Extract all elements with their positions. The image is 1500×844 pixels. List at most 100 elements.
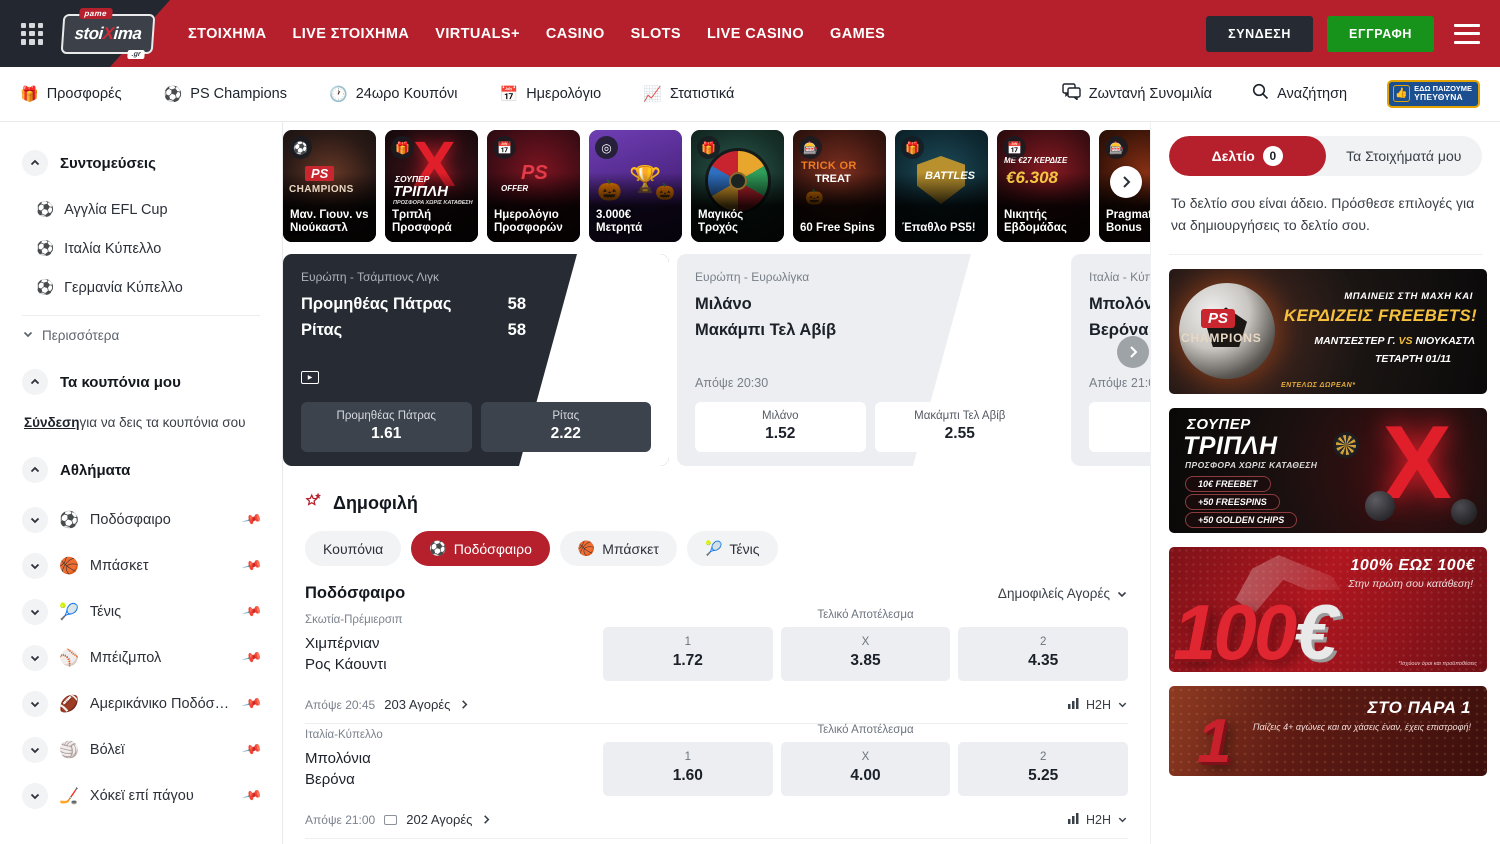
sidebar-item-italy-cup[interactable]: ⚽ Ιταλία Κύπελλο <box>22 229 260 268</box>
subnav-item-offers[interactable]: 🎁 Προσφορές <box>20 86 122 102</box>
odd-button[interactable]: Προμηθέας Πάτρας 1.61 <box>301 402 472 452</box>
live-stream-icon[interactable] <box>301 371 319 384</box>
signup-button[interactable]: ΕΓΓΡΑΦΗ <box>1327 16 1434 52</box>
site-logo[interactable]: pame stoiXima .gr <box>60 9 156 59</box>
sidebar-more-button[interactable]: Περισσότερα <box>22 315 260 351</box>
nav-virtuals[interactable]: VIRTUALS+ <box>435 26 520 42</box>
sidebar-item-germany-cup[interactable]: ⚽ Γερμανία Κύπελλο <box>22 268 260 307</box>
sidebar-item-football[interactable]: ⚽ Ποδόσφαιρο 📌 <box>22 497 260 543</box>
promo-card[interactable]: 📅 PS OFFER Ημερολόγιο Προσφορών <box>487 130 580 242</box>
subnav-item-calendar[interactable]: 📅 Ημερολόγιο <box>500 86 602 102</box>
odd-button-x[interactable]: X 3.85 <box>781 627 951 681</box>
event-odds-area: Τελικό Αποτέλεσμα 1 1.72 X 3.85 <box>603 609 1128 681</box>
tv-stream-icon[interactable] <box>384 815 397 825</box>
sidebar-item-baseball[interactable]: ⚾ Μπέιζμπολ 📌 <box>22 635 260 681</box>
tab-tennis[interactable]: 🎾 Τένις <box>687 531 778 566</box>
sidebar-section-shortcuts[interactable]: Συντομεύσεις <box>22 150 260 176</box>
tab-basketball[interactable]: 🏀 Μπάσκετ <box>560 531 677 566</box>
promo-card[interactable]: TRICK OR TREAT 🎃 🎰 60 Free Spins <box>793 130 886 242</box>
odd-button-1[interactable]: 1 1.60 <box>603 742 773 796</box>
featured-match-card[interactable]: Ευρώπη - Τσάμπιονς Λιγκ Προμηθέας Πάτρας… <box>283 254 669 466</box>
odd-button[interactable]: Ρίτας 2.22 <box>481 402 652 452</box>
sidebar-item-american-football[interactable]: 🏈 Αμερικάνικο Ποδόσ… 📌 <box>22 681 260 727</box>
promo-carousel-next-button[interactable] <box>1110 166 1142 198</box>
promo-banner-sto-para-1[interactable]: 1 ΣΤΟ ΠΑΡΑ 1 Παίζεις 4+ αγώνες και αν χά… <box>1169 686 1487 776</box>
responsible-gaming-badge[interactable]: 👍 ΕΔΩ ΠΑΙΖΟΥΜΕ ΥΠΕΥΘΥΝΑ <box>1387 80 1480 108</box>
chevron-down-icon[interactable] <box>22 599 48 625</box>
sidebar-login-link[interactable]: Σύνδεση <box>24 415 80 430</box>
event-h2h-button[interactable]: H2H <box>1068 698 1128 712</box>
pin-icon[interactable]: 📌 <box>241 693 263 715</box>
sidebar-item-basketball[interactable]: 🏀 Μπάσκετ 📌 <box>22 543 260 589</box>
promo-card[interactable]: X 🎁 ΣΟΥΠΕΡ ΤΡΙΠΛΗ ΠΡΟΣΦΟΡΑ ΧΩΡΙΣ ΚΑΤΑΘΕΣ… <box>385 130 478 242</box>
featured-carousel-next-button[interactable] <box>1117 336 1149 368</box>
nav-stoixima[interactable]: ΣΤΟΙΧΗΜΑ <box>188 26 267 42</box>
sidebar-item-volleyball[interactable]: 🏐 Βόλεϊ 📌 <box>22 727 260 773</box>
hamburger-menu-icon[interactable] <box>1454 24 1480 44</box>
chevron-down-icon[interactable] <box>22 783 48 809</box>
nav-live-stoixima[interactable]: LIVE ΣΤΟΙΧΗΜΑ <box>293 26 410 42</box>
subnav-item-24h-coupon[interactable]: 🕐 24ωρο Κουπόνι <box>329 86 458 102</box>
tab-my-bets[interactable]: Τα Στοιχήματά μου <box>1326 136 1483 176</box>
nav-live-casino[interactable]: LIVE CASINO <box>707 26 804 42</box>
chevron-down-icon[interactable] <box>22 645 48 671</box>
featured-match-card[interactable]: Ευρώπη - Ευρωλίγκα Μιλάνο Μακάμπι Τελ Αβ… <box>677 254 1063 466</box>
basketball-art <box>1451 499 1477 525</box>
chevron-right-icon[interactable] <box>459 699 470 710</box>
promo-banner-welcome-100[interactable]: 100% ΕΩΣ 100€ Στην πρώτη σου κατάθεση! 1… <box>1169 547 1487 672</box>
event-row: Σκωτία-Πρέμιερσιπ Χιμπέρνιαν Ρος Κάουντι… <box>283 609 1150 724</box>
sidebar-item-efl-cup[interactable]: ⚽ Αγγλία EFL Cup <box>22 190 260 229</box>
pin-icon[interactable]: 📌 <box>241 601 263 623</box>
promo-card[interactable]: BATTLES 🎁 Έπαθλο PS5! <box>895 130 988 242</box>
login-button[interactable]: ΣΥΝΔΕΣΗ <box>1206 16 1313 52</box>
nav-games[interactable]: GAMES <box>830 26 885 42</box>
chevron-down-icon[interactable] <box>22 737 48 763</box>
markets-filter-dropdown[interactable]: Δημοφιλείς Αγορές <box>998 586 1128 601</box>
banner-headline: 100% ΕΩΣ 100€ <box>1350 557 1475 575</box>
subnav-item-ps-champions[interactable]: ⚽ PS Champions <box>164 86 287 102</box>
sidebar-section-sports[interactable]: Αθλήματα <box>22 457 260 483</box>
odd-button[interactable]: Μακάμπι Τελ Αβίβ 2.55 <box>875 402 1046 452</box>
pin-icon[interactable]: 📌 <box>241 555 263 577</box>
tab-betslip[interactable]: Δελτίο 0 <box>1169 136 1326 176</box>
pin-icon[interactable]: 📌 <box>241 739 263 761</box>
nav-casino[interactable]: CASINO <box>546 26 605 42</box>
odd-button-1[interactable]: 1 1.72 <box>603 627 773 681</box>
odd-button-2[interactable]: 2 4.35 <box>958 627 1128 681</box>
promo-card[interactable]: ΜΕ €27 ΚΕΡΔΙΣΕ €6.308 📅 Νικητής Εβδομάδα… <box>997 130 1090 242</box>
promo-card[interactable]: 🎁 Μαγικός Τροχός <box>691 130 784 242</box>
sidebar-item-tennis[interactable]: 🎾 Τένις 📌 <box>22 589 260 635</box>
promo-banner-super-tripli[interactable]: X ΣΟΥΠΕΡ ΤΡΙΠΛΗ ΠΡΟΣΦΟΡΑ ΧΩΡΙΣ ΚΑΤΑΘΕΣΗ … <box>1169 408 1487 533</box>
chevron-down-icon[interactable] <box>22 553 48 579</box>
pin-icon[interactable]: 📌 <box>241 509 263 531</box>
odd-button[interactable]: Μιλάνο 1.52 <box>695 402 866 452</box>
search-button[interactable]: Αναζήτηση <box>1252 83 1347 104</box>
odd-button[interactable]: 1 1.60 <box>1089 402 1150 452</box>
chevron-down-icon[interactable] <box>22 691 48 717</box>
odd-button-2[interactable]: 2 5.25 <box>958 742 1128 796</box>
event-info[interactable]: Ιταλία-Κύπελλο Μπολόνια Βερόνα <box>305 724 603 791</box>
pin-icon[interactable]: 📌 <box>241 785 263 807</box>
promo-card[interactable]: 🏆 🎃 🎃 ◎ 3.000€ Μετρητά <box>589 130 682 242</box>
sidebar-item-ice-hockey[interactable]: 🏒 Χόκεϊ επί πάγου 📌 <box>22 773 260 819</box>
live-chat-button[interactable]: Ζωντανή Συνομιλία <box>1062 83 1212 104</box>
event-info[interactable]: Σκωτία-Πρέμιερσιπ Χιμπέρνιαν Ρος Κάουντι <box>305 609 603 676</box>
event-h2h-button[interactable]: H2H <box>1068 813 1128 827</box>
chevron-right-icon[interactable] <box>481 814 492 825</box>
bar-chart-icon <box>1068 698 1080 712</box>
tab-coupons[interactable]: Κουπόνια <box>305 531 401 566</box>
promo-banner-ps-champions[interactable]: PS CHAMPIONS ΜΠΑΙΝΕΙΣ ΣΤΗ ΜΑΧΗ ΚΑΙ ΚΕΡΔΙ… <box>1169 269 1487 394</box>
event-markets-count[interactable]: 202 Αγορές <box>406 812 472 827</box>
odd-button-x[interactable]: X 4.00 <box>781 742 951 796</box>
event-info[interactable] <box>305 839 603 844</box>
promo-card[interactable]: ⚽ PS CHAMPIONS Μαν. Γιουν. vs Νιούκαστλ <box>283 130 376 242</box>
chevron-down-icon[interactable] <box>22 507 48 533</box>
tab-football[interactable]: ⚽ Ποδόσφαιρο <box>411 531 550 566</box>
pin-icon[interactable]: 📌 <box>241 647 263 669</box>
tennis-ball-icon: 🎾 <box>59 602 79 622</box>
apps-grid-icon[interactable] <box>18 20 46 48</box>
event-markets-count[interactable]: 203 Αγορές <box>384 697 450 712</box>
subnav-item-statistics[interactable]: 📈 Στατιστικά <box>643 86 734 102</box>
nav-slots[interactable]: SLOTS <box>631 26 681 42</box>
sidebar-section-my-coupons[interactable]: Τα κουπόνια μου <box>22 369 260 395</box>
